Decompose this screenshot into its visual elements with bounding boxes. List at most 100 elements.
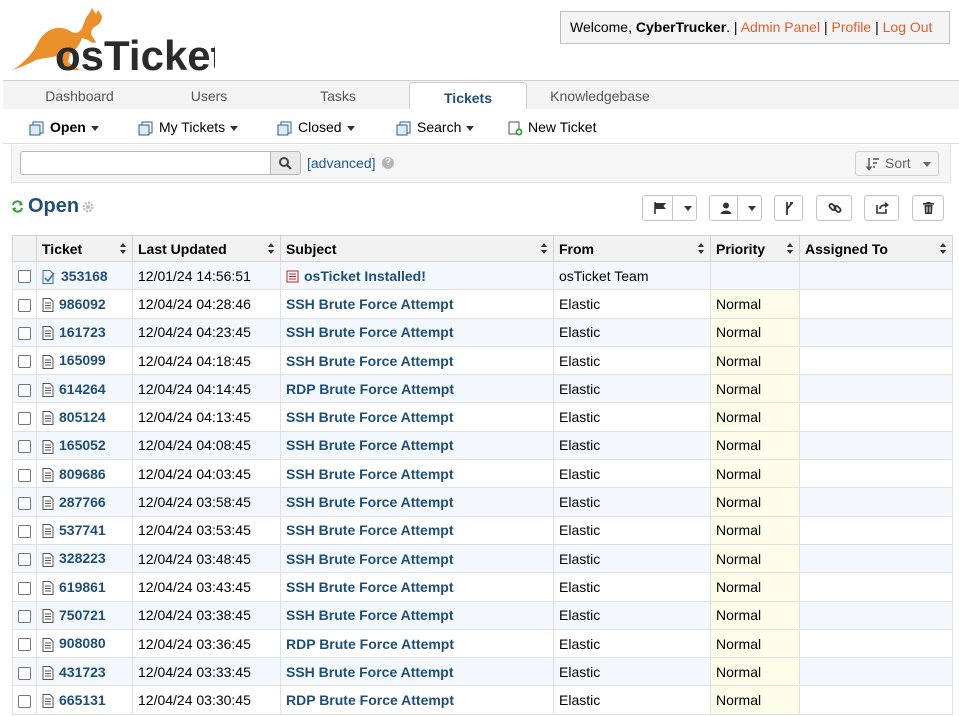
table-row[interactable]: 165052 12/04/24 04:08:45 SSH Brute Force A… [12,430,953,461]
row-checkbox[interactable] [18,666,31,680]
ticket-subject-link[interactable]: SSH Brute Force Attempt [286,551,454,567]
ticket-number-link[interactable]: 537741 [59,522,106,538]
kangaroo-icon[interactable]: osTicket [10,6,215,76]
profile-link[interactable]: Profile [832,19,872,35]
row-checkbox[interactable] [18,468,31,482]
column-header-ticket[interactable]: Ticket [36,235,133,262]
admin-panel-link[interactable]: Admin Panel [741,19,820,35]
ticket-subject-link[interactable]: RDP Brute Force Attempt [286,381,454,397]
ticket-number-link[interactable]: 614264 [59,381,106,397]
table-row[interactable]: 287766 12/04/24 03:58:45 SSH Brute Force A… [12,487,953,517]
my-tickets-menu[interactable]: My Tickets [138,109,239,144]
table-row[interactable]: 986092 12/04/24 04:28:46 SSH Brute Force A… [12,289,953,319]
change-status-button[interactable] [642,195,697,221]
assign-button[interactable] [709,195,762,221]
ticket-subject-link[interactable]: SSH Brute Force Attempt [286,324,454,340]
page-title[interactable]: Open [28,194,79,218]
table-row[interactable]: 161723 12/04/24 04:23:45 SSH Brute Force A… [12,317,953,347]
ticket-subject-link[interactable]: RDP Brute Force Attempt [286,636,454,652]
ticket-subject-link[interactable]: SSH Brute Force Attempt [286,494,454,510]
ticket-number-link[interactable]: 986092 [59,296,106,312]
table-row[interactable]: 619861 12/04/24 03:43:45 SSH Brute Force A… [12,572,953,602]
row-checkbox[interactable] [18,694,31,708]
table-row[interactable]: 750721 12/04/24 03:38:45 SSH Brute Force A… [12,600,953,630]
logout-link[interactable]: Log Out [883,19,933,35]
table-row[interactable]: 537741 12/04/24 03:53:45 SSH Brute Force A… [12,515,953,545]
ticket-subject-link[interactable]: SSH Brute Force Attempt [286,607,454,623]
column-header-last-updated[interactable]: Last Updated [132,235,281,262]
column-header-assigned-to[interactable]: Assigned To [799,235,953,262]
column-header-priority[interactable]: Priority [710,235,800,262]
column-header-subject[interactable]: Subject [280,235,554,262]
merge-button[interactable] [774,195,803,221]
row-checkbox[interactable] [18,355,31,369]
ticket-number-link[interactable]: 161723 [59,324,106,340]
ticket-number-link[interactable]: 619861 [59,579,106,595]
open-queue-menu[interactable]: Open [29,109,99,144]
ticket-number-link[interactable]: 805124 [59,409,106,425]
ticket-number-link[interactable]: 809686 [59,466,106,482]
tab-users[interactable]: Users [156,81,262,109]
ticket-subject-link[interactable]: SSH Brute Force Attempt [286,296,454,312]
ticket-number-link[interactable]: 353168 [61,268,108,284]
table-row[interactable]: 665131 12/04/24 03:30:45 RDP Brute Force A… [12,685,953,715]
row-checkbox[interactable] [18,411,31,425]
row-checkbox[interactable] [18,610,31,623]
username: CyberTrucker [635,19,727,35]
row-checkbox[interactable] [18,581,31,595]
search-menu[interactable]: Search [396,109,475,144]
table-row[interactable]: 805124 12/04/24 04:13:45 SSH Brute Force A… [12,402,953,432]
row-select-cell [12,402,37,432]
row-checkbox[interactable] [18,553,31,567]
sort-button[interactable]: Sort [855,151,939,176]
ticket-subject-link[interactable]: SSH Brute Force Attempt [286,664,454,680]
tab-dashboard[interactable]: Dashboard [3,81,156,109]
table-row[interactable]: 328223 12/04/24 03:48:45 SSH Brute Force A… [12,543,953,574]
row-checkbox[interactable] [18,525,31,539]
ticket-number-link[interactable]: 165052 [59,437,106,453]
gear-icon[interactable] [82,201,94,213]
table-row[interactable]: 353168 12/01/24 14:56:51 osTicket Installe… [12,260,953,291]
refresh-icon[interactable] [11,200,24,213]
ticket-subject-link[interactable]: osTicket Installed! [304,268,426,284]
table-row[interactable]: 908080 12/04/24 03:36:45 RDP Brute Force A… [12,628,953,659]
ticket-subject-link[interactable]: SSH Brute Force Attempt [286,353,454,369]
ticket-subject-link[interactable]: RDP Brute Force Attempt [286,692,454,708]
row-checkbox[interactable] [18,440,31,454]
tab-tickets[interactable]: Tickets [409,82,527,111]
row-checkbox[interactable] [18,270,31,284]
ticket-subject-link[interactable]: SSH Brute Force Attempt [286,409,454,425]
table-row[interactable]: 614264 12/04/24 04:14:45 RDP Brute Force A… [12,374,953,404]
ticket-subject-link[interactable]: SSH Brute Force Attempt [286,466,454,482]
ticket-subject-link[interactable]: SSH Brute Force Attempt [286,437,454,453]
advanced-search-link[interactable]: [advanced] [307,153,376,173]
ticket-number-link[interactable]: 750721 [59,607,106,623]
row-checkbox[interactable] [18,383,31,397]
table-row[interactable]: 809686 12/04/24 04:03:45 SSH Brute Force A… [12,459,953,489]
row-checkbox[interactable] [18,638,31,652]
delete-button[interactable] [912,195,944,221]
column-header-from[interactable]: From [553,235,711,262]
new-ticket-link[interactable]: New Ticket [508,109,596,144]
row-checkbox[interactable] [18,298,31,312]
tab-tasks[interactable]: Tasks [276,81,400,109]
closed-queue-menu[interactable]: Closed [277,109,355,144]
ticket-number-link[interactable]: 665131 [59,692,106,708]
link-button[interactable] [816,195,852,221]
ticket-subject-link[interactable]: SSH Brute Force Attempt [286,522,454,538]
ticket-subject-link[interactable]: SSH Brute Force Attempt [286,579,454,595]
ticket-number-link[interactable]: 431723 [59,664,106,680]
ticket-number-link[interactable]: 908080 [59,635,106,651]
search-button[interactable] [270,151,301,175]
row-checkbox[interactable] [18,496,31,510]
table-row[interactable]: 431723 12/04/24 03:33:45 SSH Brute Force A… [12,657,953,687]
ticket-number-link[interactable]: 328223 [59,550,106,566]
help-icon[interactable]: ? [382,157,394,169]
ticket-number-link[interactable]: 287766 [59,494,106,510]
tab-knowledgebase[interactable]: Knowledgebase [535,81,665,109]
table-row[interactable]: 165099 12/04/24 04:18:45 SSH Brute Force A… [12,345,953,376]
search-input[interactable] [20,151,271,175]
ticket-number-link[interactable]: 165099 [59,352,106,368]
row-checkbox[interactable] [18,327,31,341]
export-button[interactable] [864,195,899,221]
